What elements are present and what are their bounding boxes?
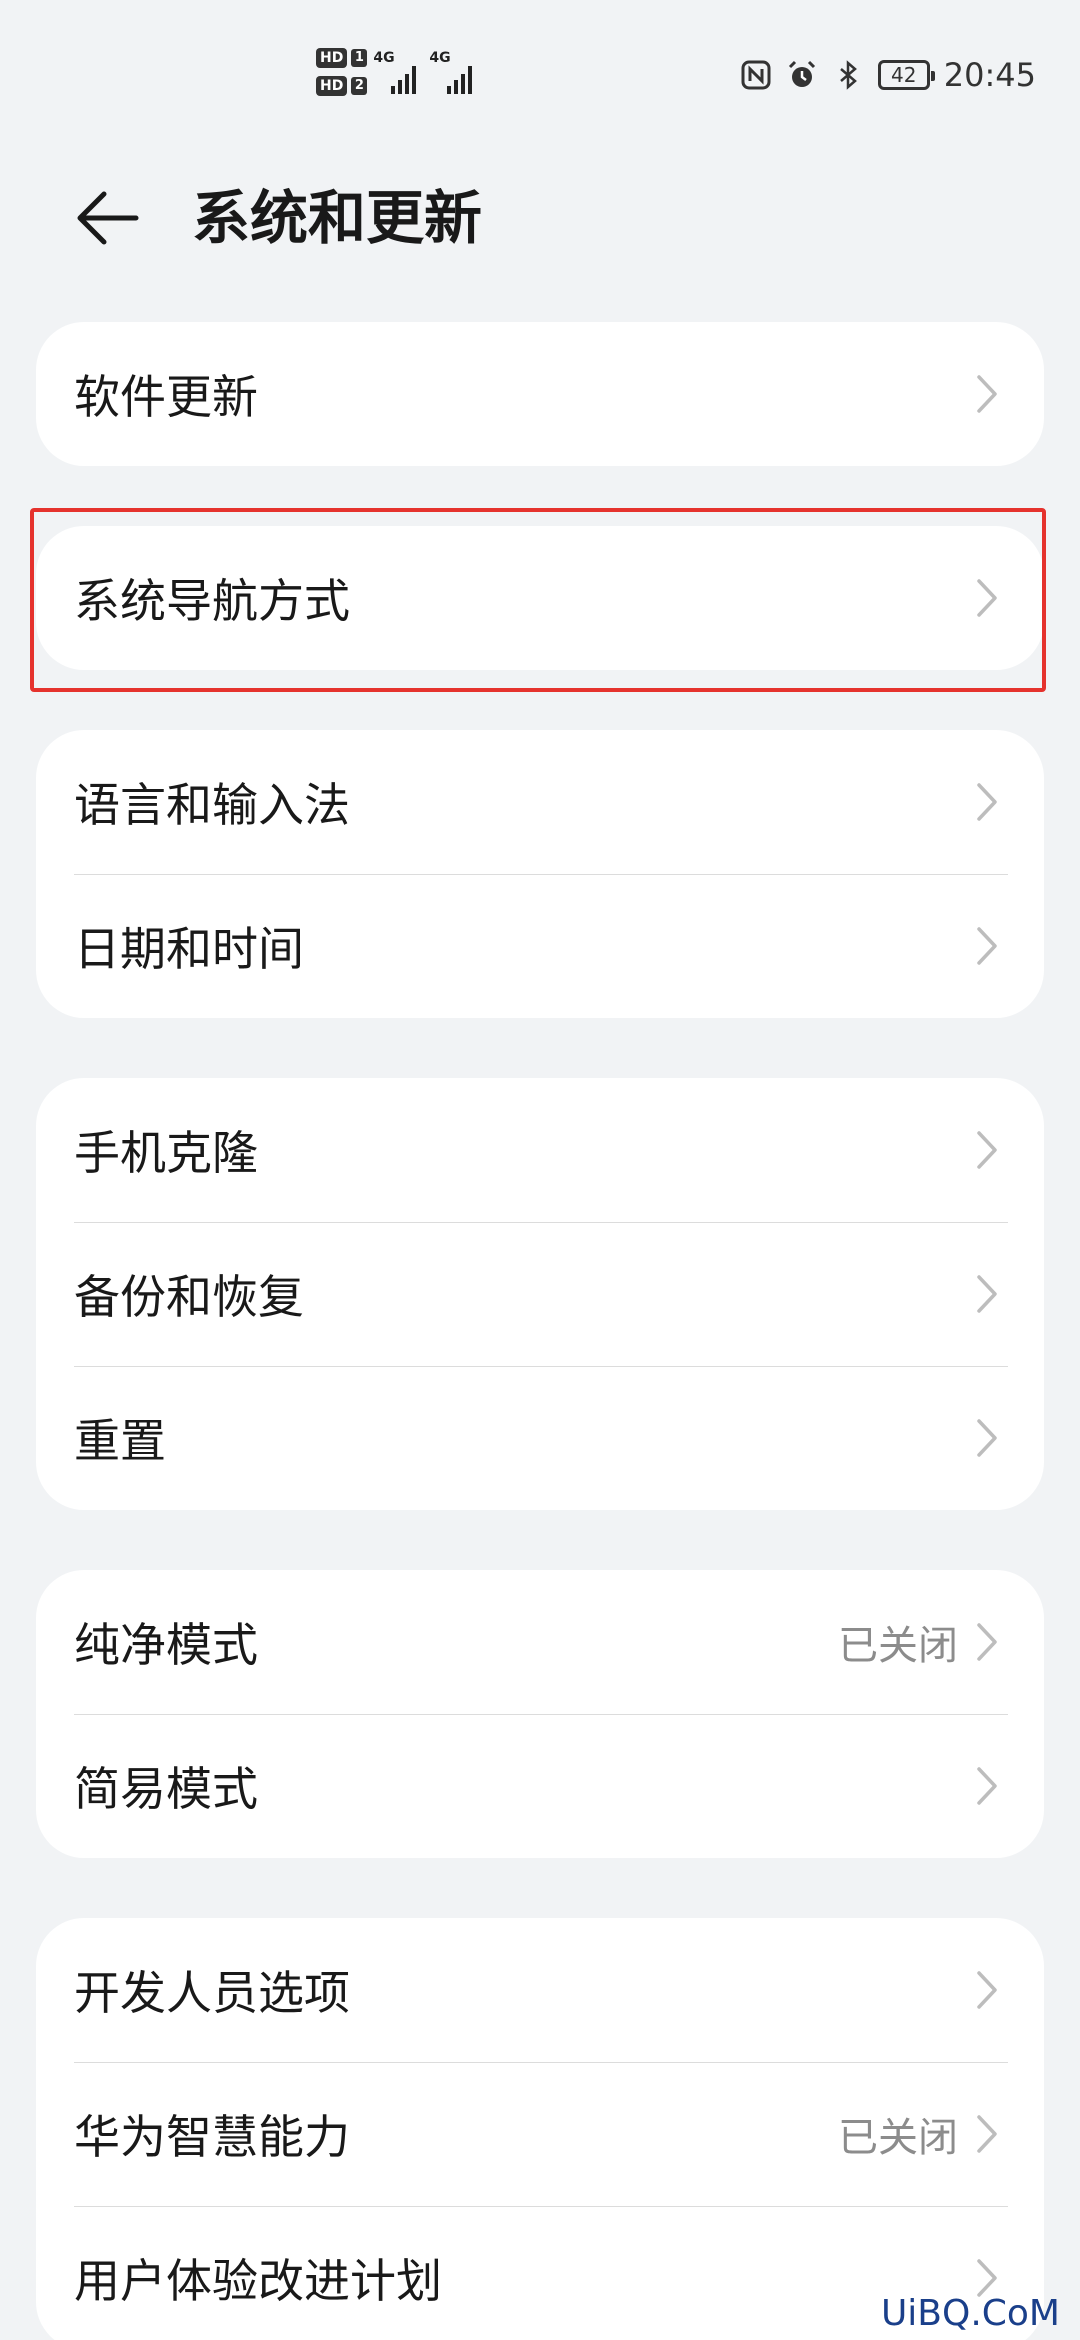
- sim2-number: 2: [351, 77, 368, 95]
- status-right: 42 20:45: [740, 56, 1036, 94]
- chevron-right-icon: [977, 783, 997, 821]
- sim1-number: 1: [351, 49, 368, 67]
- item-label: 手机克隆: [74, 1126, 258, 1180]
- chevron-right-icon: [977, 2115, 997, 2153]
- settings-group-4: 手机克隆 备份和恢复 重置: [36, 1078, 1044, 1510]
- item-label: 日期和时间: [74, 922, 304, 976]
- bluetooth-icon: [839, 60, 857, 90]
- settings-group-3: 语言和输入法 日期和时间: [36, 730, 1044, 1018]
- settings-group-6: 开发人员选项 华为智慧能力 已关闭 用户体验改进计划: [36, 1918, 1044, 2340]
- nfc-icon: [741, 60, 771, 90]
- chevron-right-icon: [977, 1971, 997, 2009]
- chevron-right-icon: [977, 1131, 997, 1169]
- chevron-right-icon: [977, 375, 997, 413]
- chevron-right-icon: [977, 1623, 997, 1661]
- settings-item-developer-options[interactable]: 开发人员选项: [36, 1918, 1044, 2062]
- chevron-right-icon: [977, 1419, 997, 1457]
- item-value: 已关闭: [838, 1623, 958, 1669]
- back-button[interactable]: [70, 180, 146, 256]
- sim1-hd-badge: HD 1: [316, 48, 368, 68]
- sim2-hd-badge: HD 2: [316, 76, 368, 96]
- status-bar: HD 1 HD 2 4G 4G 42 20:45: [0, 0, 1080, 150]
- item-value: 已关闭: [838, 2115, 958, 2161]
- sim-badges: HD 1 HD 2: [316, 48, 368, 96]
- signal-2-icon: 4G: [429, 50, 479, 94]
- network-type-2: 4G: [429, 50, 451, 66]
- settings-group-2: 系统导航方式: [36, 526, 1044, 670]
- chevron-right-icon: [977, 579, 997, 617]
- item-label: 系统导航方式: [74, 574, 350, 628]
- settings-item-phone-clone[interactable]: 手机克隆: [36, 1078, 1044, 1222]
- settings-item-language-input[interactable]: 语言和输入法: [36, 730, 1044, 874]
- settings-item-simple-mode[interactable]: 简易模式: [36, 1714, 1044, 1858]
- chevron-right-icon: [977, 1767, 997, 1805]
- settings-item-navigation-mode[interactable]: 系统导航方式: [36, 526, 1044, 670]
- item-label: 简易模式: [74, 1762, 258, 1816]
- settings-item-pure-mode[interactable]: 纯净模式 已关闭: [36, 1570, 1044, 1714]
- settings-item-software-update[interactable]: 软件更新: [36, 322, 1044, 466]
- sim1-hd-label: HD: [316, 48, 348, 68]
- chevron-right-icon: [977, 2259, 997, 2297]
- item-label: 备份和恢复: [74, 1270, 304, 1324]
- item-label: 软件更新: [74, 370, 258, 424]
- network-type-1: 4G: [373, 50, 395, 66]
- chevron-right-icon: [977, 1275, 997, 1313]
- settings-item-huawei-ai[interactable]: 华为智慧能力 已关闭: [36, 2062, 1044, 2206]
- back-arrow-icon: [77, 191, 139, 245]
- signal-1-icon: 4G: [373, 50, 423, 94]
- sim2-hd-label: HD: [316, 76, 348, 96]
- alarm-icon: [788, 60, 815, 87]
- item-label: 开发人员选项: [74, 1966, 350, 2020]
- clock: 20:45: [943, 56, 1036, 94]
- app-bar: 系统和更新: [0, 150, 1080, 285]
- item-label: 用户体验改进计划: [74, 2254, 442, 2308]
- settings-screen: HD 1 HD 2 4G 4G 42 20:45 系统和更新 软件更新 系统导航…: [0, 0, 1080, 2340]
- settings-item-date-time[interactable]: 日期和时间: [36, 874, 1044, 1018]
- status-left: HD 1 HD 2 4G 4G: [316, 48, 479, 96]
- page-title: 系统和更新: [192, 184, 483, 252]
- settings-group-1: 软件更新: [36, 322, 1044, 466]
- item-label: 华为智慧能力: [74, 2110, 350, 2164]
- settings-group-5: 纯净模式 已关闭 简易模式: [36, 1570, 1044, 1858]
- chevron-right-icon: [977, 927, 997, 965]
- battery-level: 42: [891, 63, 917, 87]
- battery-icon: 42: [877, 60, 935, 90]
- watermark: UiBQ.CoM: [880, 2293, 1060, 2334]
- item-label: 语言和输入法: [74, 778, 350, 832]
- settings-item-reset[interactable]: 重置: [36, 1366, 1044, 1510]
- item-label: 重置: [74, 1414, 166, 1468]
- settings-item-backup-restore[interactable]: 备份和恢复: [36, 1222, 1044, 1366]
- item-label: 纯净模式: [74, 1618, 258, 1672]
